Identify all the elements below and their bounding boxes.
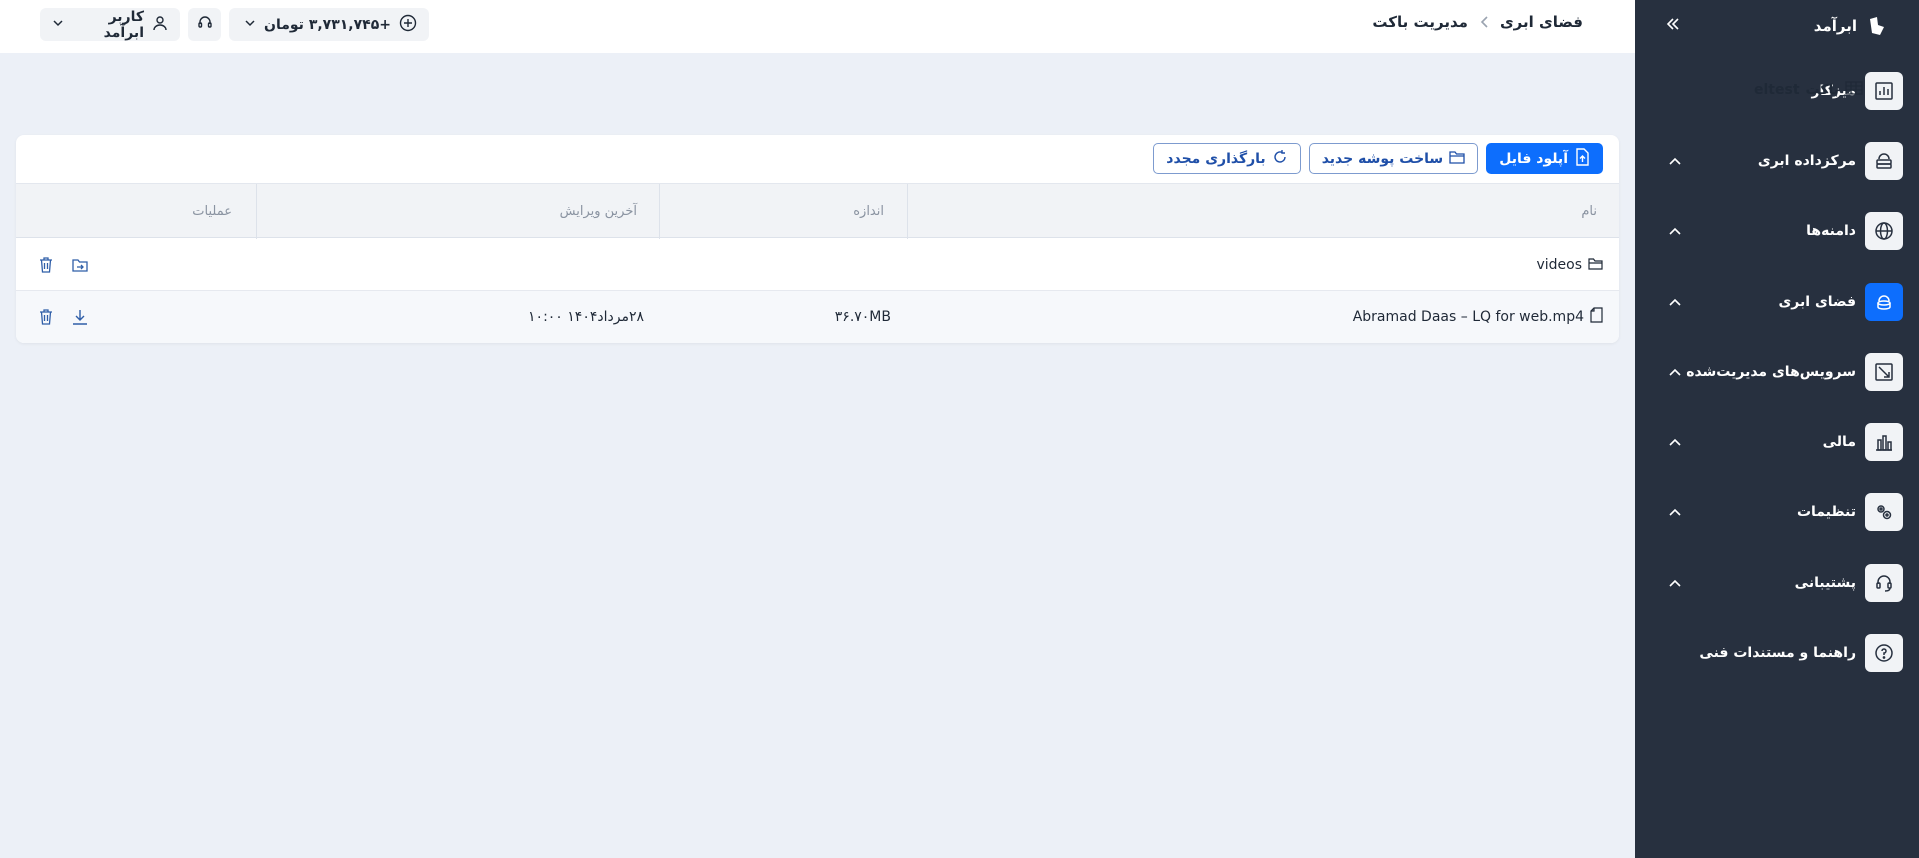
name-cell[interactable]: videos [1536,239,1603,291]
column-header-size[interactable]: اندازه [853,184,884,239]
chevron-up-icon[interactable] [1665,573,1685,593]
sidebar-item-label: تنظیمات [1796,504,1856,520]
user-icon [152,15,168,35]
column-header-actions: عملیات [192,204,232,219]
sidebar-item-domains[interactable]: دامنه‌ها [1651,210,1903,252]
balance-dropdown[interactable]: +۳,۷۳۱,۷۴۵ تومان [229,8,429,41]
add-credit-icon[interactable] [399,14,417,36]
chevron-up-icon[interactable] [1665,362,1685,382]
delete-icon[interactable] [36,255,56,275]
page-title: باکت eltest [1754,80,1863,100]
new-folder-button[interactable]: ساخت پوشه جدید [1308,143,1479,174]
brand-name: ابرآمد [1813,17,1857,35]
upload-file-label: آپلود فایل [1499,150,1568,167]
balance-amount: +۳,۷۳۱,۷۴۵ تومان [264,16,391,33]
chevron-down-icon [244,17,256,33]
actions-cell [36,291,90,343]
support-icon [1865,564,1903,602]
sidebar-item-label: فضای ابری [1778,294,1856,310]
column-divider [659,184,660,239]
folder-add-icon [1449,150,1465,168]
modified-cell: ۲۸مرداد۱۴۰۴ ۱۰:۰۰ [528,309,644,325]
cloud-server-icon [1865,142,1903,180]
sidebar-item-cloud-storage[interactable]: فضای ابری [1651,281,1903,323]
actions-cell [36,239,90,291]
sidebar-item-label: راهنما و مستندات فنی [1699,645,1856,661]
support-button[interactable] [188,8,221,41]
finance-icon [1865,423,1903,461]
chevron-up-icon[interactable] [1665,432,1685,452]
headset-icon [197,15,213,35]
item-name: videos [1536,257,1582,273]
reload-label: بارگذاری مجدد [1166,150,1266,167]
chevron-up-icon[interactable] [1665,151,1685,171]
breadcrumb-item-current: مدیریت باکت [1372,13,1468,31]
chevron-up-icon[interactable] [1665,221,1685,241]
folder-icon [1588,257,1603,274]
chevron-left-icon [1478,15,1490,29]
table-row[interactable]: videos [16,239,1619,291]
sidebar-item-label: مالی [1822,434,1856,450]
table-header: نام اندازه آخرین ویرایش عملیات [16,183,1619,239]
delete-icon[interactable] [36,307,56,327]
reload-button[interactable]: بارگذاری مجدد [1153,143,1301,174]
sidebar: ابرآمد میزکار مرکزداده ابری دامنه‌ها فضا… [1635,0,1919,858]
brand-logo-icon [1865,14,1889,38]
user-menu[interactable]: کاربر ابرآمد [40,8,180,41]
breadcrumb-item[interactable]: فضای ابری [1500,13,1583,31]
chevron-up-icon[interactable] [1665,292,1685,312]
sidebar-item-label: سرویس‌های مدیریت‌شده [1686,364,1856,380]
help-icon [1865,634,1903,672]
refresh-icon [1272,149,1288,169]
sidebar-item-settings[interactable]: تنظیمات [1651,491,1903,533]
upload-file-button[interactable]: آپلود فایل [1486,143,1603,174]
sidebar-item-label: پشتیبانی [1794,575,1856,591]
user-name: کاربر ابرآمد [103,8,144,41]
bucket-title-prefix: باکت [1805,82,1839,98]
sidebar-item-support[interactable]: پشتیبانی [1651,562,1903,604]
column-divider [907,184,908,239]
cloud-storage-icon [1865,283,1903,321]
chevron-up-icon[interactable] [1665,502,1685,522]
dashboard-icon [1865,72,1903,110]
top-header: فضای ابری مدیریت باکت +۳,۷۳۱,۷۴۵ تومان ک… [0,0,1635,53]
bucket-icon [1845,80,1863,100]
sidebar-item-finance[interactable]: مالی [1651,421,1903,463]
globe-icon [1865,212,1903,250]
item-name: Abramad Daas – LQ for web.mp4 [1352,309,1584,325]
sidebar-item-label: دامنه‌ها [1806,223,1856,239]
upload-file-icon [1574,147,1590,170]
breadcrumb: فضای ابری مدیریت باکت [1372,13,1583,31]
brand[interactable]: ابرآمد [1814,12,1889,40]
chevron-down-icon [52,17,64,33]
download-icon[interactable] [70,307,90,327]
new-folder-label: ساخت پوشه جدید [1321,150,1444,167]
sidebar-item-managed-services[interactable]: سرویس‌های مدیریت‌شده [1651,351,1903,393]
file-browser-card: آپلود فایل ساخت پوشه جدید بارگذاری مجدد … [16,135,1619,343]
table-row[interactable]: Abramad Daas – LQ for web.mp4 ۳۶.۷۰MB ۲۸… [16,291,1619,343]
open-folder-icon[interactable] [70,255,90,275]
collapse-sidebar-icon[interactable] [1663,14,1683,34]
name-cell[interactable]: Abramad Daas – LQ for web.mp4 [1353,291,1603,343]
size-cell: ۳۶.۷۰MB [834,309,891,325]
sidebar-item-help-docs[interactable]: راهنما و مستندات فنی [1651,632,1903,674]
sidebar-item-label: مرکزداده ابری [1757,153,1856,169]
settings-icon [1865,493,1903,531]
managed-services-icon [1865,353,1903,391]
column-divider [256,184,257,239]
file-icon [1590,307,1603,327]
sidebar-item-cloud-datacenter[interactable]: مرکزداده ابری [1651,140,1903,182]
bucket-name: eltest [1754,82,1800,98]
toolbar: آپلود فایل ساخت پوشه جدید بارگذاری مجدد [1153,143,1603,174]
column-header-name[interactable]: نام [1581,184,1597,239]
column-header-modified[interactable]: آخرین ویرایش [560,184,637,239]
